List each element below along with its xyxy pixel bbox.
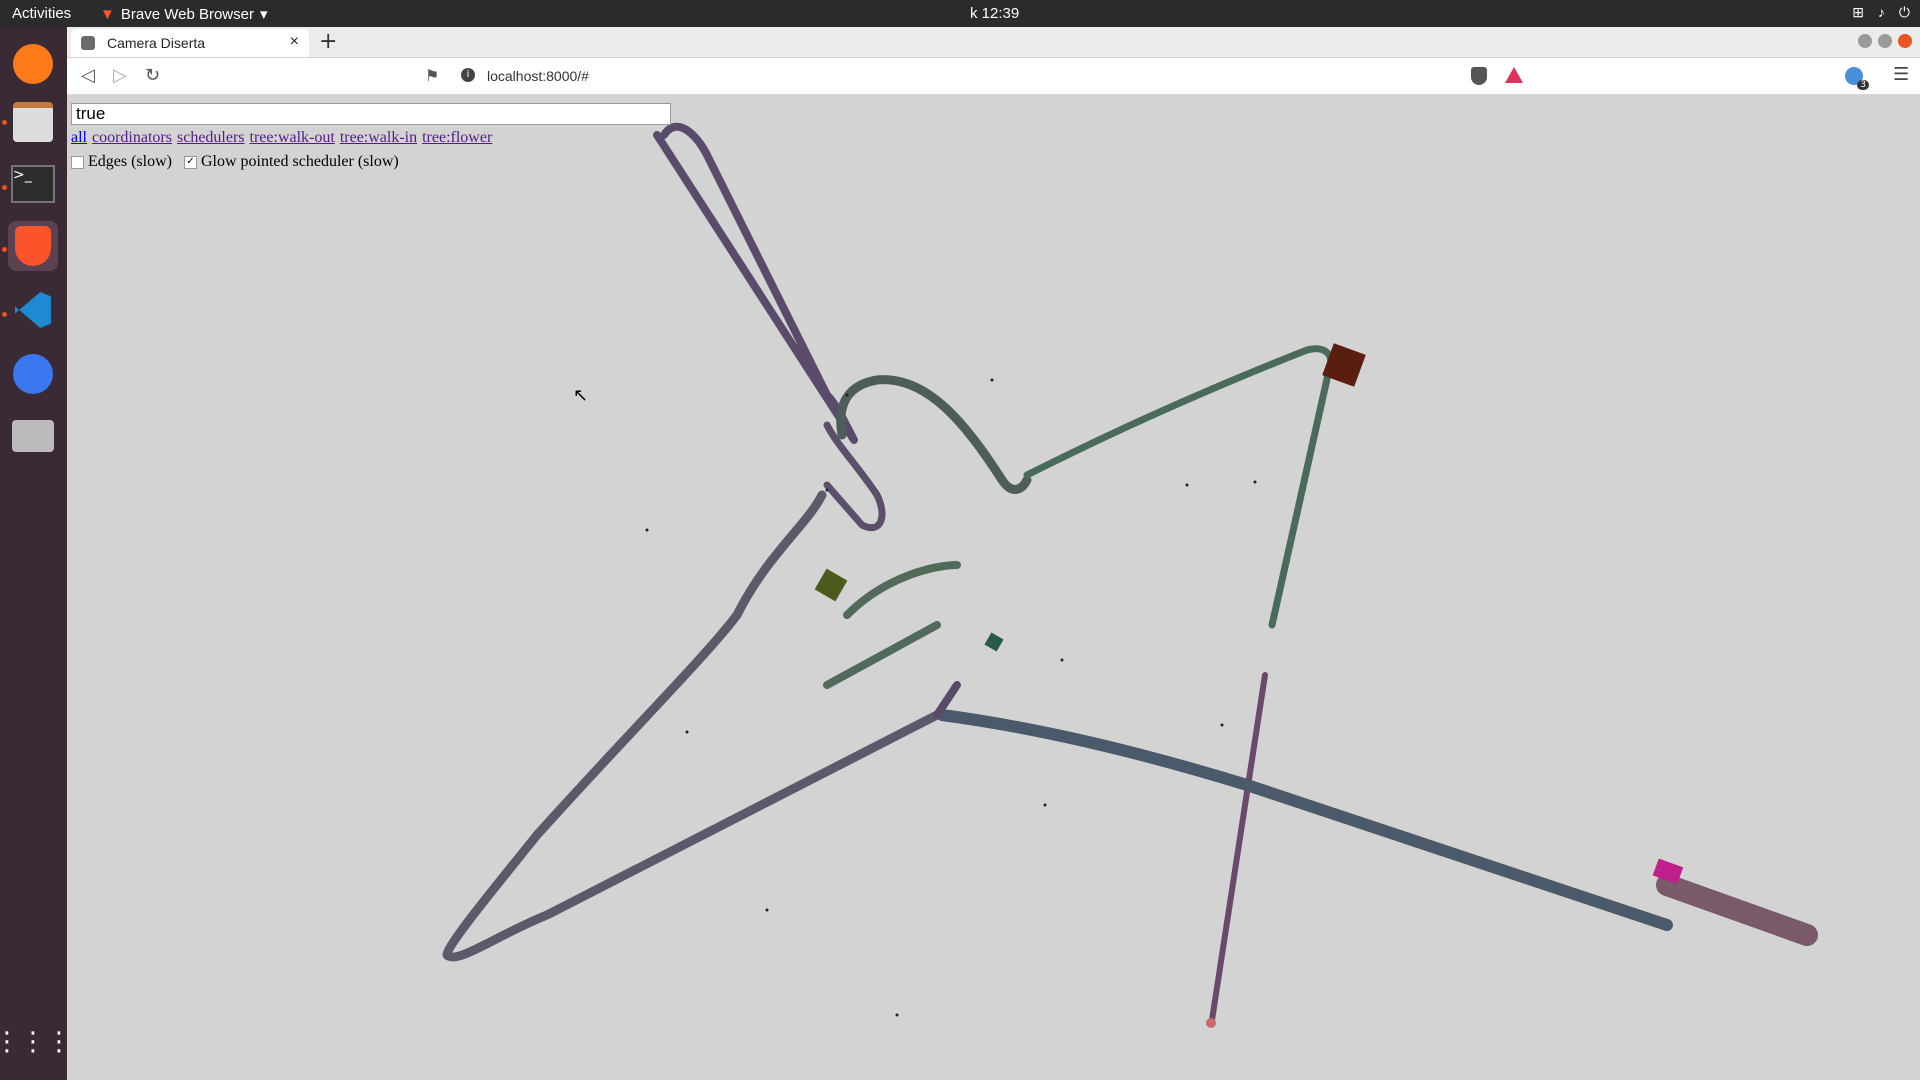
- path-left-down: [442, 490, 942, 962]
- glow-checkbox[interactable]: ✓: [183, 155, 197, 169]
- path-long-right: [936, 709, 1673, 931]
- path-loop-top: [653, 122, 858, 444]
- filter-links: all coordinators schedulers tree:walk-out tr…: [71, 129, 497, 147]
- navigation-bar: ◁ ▷ ↻ ⚑ i localhost:8000/# 3 ☰: [67, 58, 1920, 95]
- forward-icon[interactable]: ▷: [113, 65, 127, 86]
- window-controls: [1858, 34, 1912, 48]
- app-grid-icon[interactable]: ⋮⋮⋮: [0, 1017, 72, 1067]
- minimize-icon[interactable]: [1858, 34, 1872, 48]
- node-teal[interactable]: [984, 632, 1004, 652]
- site-info-icon[interactable]: i: [461, 68, 475, 82]
- app-menu[interactable]: ▼ Brave Web Browser ▾: [100, 5, 268, 24]
- filter-schedulers[interactable]: schedulers: [177, 129, 245, 146]
- filter-tree-walk-in[interactable]: tree:walk-in: [340, 129, 417, 146]
- brave-dock-icon[interactable]: [8, 221, 58, 271]
- path-mid-branch: [823, 561, 961, 689]
- system-tray[interactable]: ⊞ ♪ ⏻: [1852, 4, 1910, 21]
- brave-shields-icon[interactable]: [1471, 67, 1487, 85]
- menu-icon[interactable]: ☰: [1893, 64, 1909, 85]
- power-icon: ⏻: [1898, 4, 1910, 20]
- network-icon: ⊞: [1852, 4, 1864, 20]
- path-right-up: [1023, 345, 1335, 629]
- filter-all[interactable]: all: [71, 129, 87, 146]
- reload-icon[interactable]: ↻: [145, 65, 160, 86]
- node-pink[interactable]: [1206, 1018, 1216, 1028]
- volume-icon: ♪: [1877, 4, 1885, 20]
- back-icon[interactable]: ◁: [81, 65, 95, 86]
- path-end-block: [1656, 874, 1818, 946]
- path-vertical: [1209, 672, 1268, 1023]
- terminal-icon[interactable]: >_: [8, 159, 58, 209]
- new-tab-icon[interactable]: +: [319, 29, 337, 54]
- tab-strip: Camera Diserta × +: [67, 27, 1920, 58]
- filter-tree-flower[interactable]: tree:flower: [422, 129, 492, 146]
- app-menu-label: Brave Web Browser: [120, 5, 254, 23]
- favicon-icon: [81, 36, 95, 50]
- files-icon[interactable]: [8, 97, 58, 147]
- chevron-down-icon: ▾: [259, 6, 268, 23]
- signal-icon[interactable]: [8, 349, 58, 399]
- page-content: all coordinators schedulers tree:walk-out tr…: [67, 95, 1920, 1080]
- vscode-icon[interactable]: [8, 285, 58, 335]
- glow-label: Glow pointed scheduler (slow): [200, 153, 399, 170]
- bookmark-icon[interactable]: ⚑: [425, 66, 439, 85]
- filter-tree-walk-out[interactable]: tree:walk-out: [250, 129, 335, 146]
- query-input[interactable]: [71, 103, 671, 125]
- dock: >_ ⋮⋮⋮: [0, 27, 72, 1080]
- render-options: Edges (slow) ✓ Glow pointed scheduler (s…: [71, 153, 399, 171]
- edges-label: Edges (slow): [88, 153, 172, 170]
- maximize-icon[interactable]: [1878, 34, 1892, 48]
- close-icon[interactable]: ×: [290, 33, 299, 51]
- camera-icon[interactable]: [8, 411, 58, 461]
- node-green[interactable]: [814, 568, 848, 602]
- address-bar[interactable]: i localhost:8000/#: [453, 62, 1523, 90]
- url-text: localhost:8000/#: [487, 68, 589, 84]
- tab-camera-diserta[interactable]: Camera Diserta ×: [71, 29, 309, 57]
- system-top-bar: Activities ▼ Brave Web Browser ▾ k 12:39…: [0, 0, 1920, 27]
- filter-coordinators[interactable]: coordinators: [92, 129, 172, 146]
- window-close-icon[interactable]: [1898, 34, 1912, 48]
- mouse-cursor-icon: ↖: [573, 385, 589, 406]
- path-arch: [836, 375, 1032, 494]
- activities-button[interactable]: Activities: [12, 5, 71, 22]
- brave-icon: ▼: [100, 5, 115, 23]
- brave-rewards-icon[interactable]: [1505, 67, 1523, 83]
- extension-icon[interactable]: 3: [1845, 67, 1869, 90]
- clock[interactable]: k 12:39: [970, 5, 1019, 22]
- firefox-icon[interactable]: [8, 39, 58, 89]
- graph-scene[interactable]: [67, 95, 1920, 1080]
- tab-title: Camera Diserta: [107, 35, 206, 51]
- edges-checkbox[interactable]: [71, 155, 84, 169]
- extension-badge: 3: [1857, 80, 1869, 90]
